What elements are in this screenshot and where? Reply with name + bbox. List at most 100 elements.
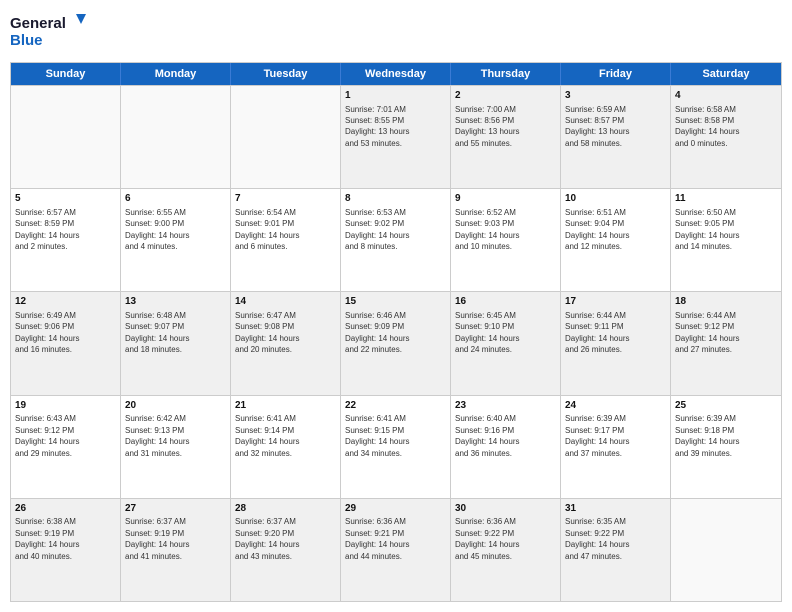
day-info: Sunrise: 6:39 AM Sunset: 9:17 PM Dayligh… — [565, 414, 629, 457]
day-info: Sunrise: 6:51 AM Sunset: 9:04 PM Dayligh… — [565, 208, 629, 251]
calendar-cell: 18 Sunrise: 6:44 AM Sunset: 9:12 PM Dayli… — [671, 292, 781, 394]
day-number: 29 — [345, 502, 446, 516]
calendar-cell: 2 Sunrise: 7:00 AM Sunset: 8:56 PM Daylig… — [451, 86, 561, 188]
day-number: 21 — [235, 399, 336, 413]
day-info: Sunrise: 6:54 AM Sunset: 9:01 PM Dayligh… — [235, 208, 299, 251]
day-number: 15 — [345, 295, 446, 309]
header: General Blue — [10, 10, 782, 54]
day-number: 17 — [565, 295, 666, 309]
calendar-cell: 9Sunrise: 6:52 AM Sunset: 9:03 PM Daylig… — [451, 189, 561, 291]
calendar-cell: 25Sunrise: 6:39 AM Sunset: 9:18 PM Dayli… — [671, 396, 781, 498]
calendar-cell: 11 Sunrise: 6:50 AM Sunset: 9:05 PM Dayli… — [671, 189, 781, 291]
day-number: 8 — [345, 192, 446, 206]
calendar-header-cell: Monday — [121, 63, 231, 85]
calendar-cell: 17 Sunrise: 6:44 AM Sunset: 9:11 PM Dayli… — [561, 292, 671, 394]
day-info: Sunrise: 6:37 AM Sunset: 9:20 PM Dayligh… — [235, 517, 299, 560]
calendar-cell: 3Sunrise: 6:59 AM Sunset: 8:57 PM Daylig… — [561, 86, 671, 188]
day-number: 24 — [565, 399, 666, 413]
day-number: 6 — [125, 192, 226, 206]
calendar-week: 12 Sunrise: 6:49 AM Sunset: 9:06 PM Dayli… — [11, 291, 781, 394]
day-number: 27 — [125, 502, 226, 516]
calendar-cell: 10 Sunrise: 6:51 AM Sunset: 9:04 PM Dayli… — [561, 189, 671, 291]
day-info: Sunrise: 6:43 AM Sunset: 9:12 PM Dayligh… — [15, 414, 79, 457]
day-info: Sunrise: 6:44 AM Sunset: 9:11 PM Dayligh… — [565, 311, 629, 354]
calendar-cell: 23Sunrise: 6:40 AM Sunset: 9:16 PM Dayli… — [451, 396, 561, 498]
calendar-cell: 24Sunrise: 6:39 AM Sunset: 9:17 PM Dayli… — [561, 396, 671, 498]
day-number: 19 — [15, 399, 116, 413]
calendar-header-cell: Sunday — [11, 63, 121, 85]
day-info: Sunrise: 6:49 AM Sunset: 9:06 PM Dayligh… — [15, 311, 79, 354]
calendar-cell: 6 Sunrise: 6:55 AM Sunset: 9:00 PM Daylig… — [121, 189, 231, 291]
calendar-cell: 22Sunrise: 6:41 AM Sunset: 9:15 PM Dayli… — [341, 396, 451, 498]
calendar-cell: 27Sunrise: 6:37 AM Sunset: 9:19 PM Dayli… — [121, 499, 231, 601]
day-number: 3 — [565, 89, 666, 103]
calendar-cell — [121, 86, 231, 188]
day-info: Sunrise: 6:47 AM Sunset: 9:08 PM Dayligh… — [235, 311, 299, 354]
day-info: Sunrise: 6:36 AM Sunset: 9:21 PM Dayligh… — [345, 517, 409, 560]
day-info: Sunrise: 7:00 AM Sunset: 8:56 PM Dayligh… — [455, 105, 519, 148]
day-info: Sunrise: 6:39 AM Sunset: 9:18 PM Dayligh… — [675, 414, 739, 457]
page: General Blue SundayMondayTuesdayWednesda… — [0, 0, 792, 612]
day-info: Sunrise: 6:46 AM Sunset: 9:09 PM Dayligh… — [345, 311, 409, 354]
day-info: Sunrise: 6:42 AM Sunset: 9:13 PM Dayligh… — [125, 414, 189, 457]
day-number: 1 — [345, 89, 446, 103]
day-info: Sunrise: 6:58 AM Sunset: 8:58 PM Dayligh… — [675, 105, 739, 148]
calendar-cell: 5Sunrise: 6:57 AM Sunset: 8:59 PM Daylig… — [11, 189, 121, 291]
calendar-header-cell: Friday — [561, 63, 671, 85]
svg-text:Blue: Blue — [10, 32, 43, 49]
calendar-cell: 29Sunrise: 6:36 AM Sunset: 9:21 PM Dayli… — [341, 499, 451, 601]
day-info: Sunrise: 6:41 AM Sunset: 9:15 PM Dayligh… — [345, 414, 409, 457]
calendar-cell — [231, 86, 341, 188]
day-number: 11 — [675, 192, 777, 206]
day-number: 26 — [15, 502, 116, 516]
day-number: 13 — [125, 295, 226, 309]
calendar-body: 1Sunrise: 7:01 AM Sunset: 8:55 PM Daylig… — [11, 85, 781, 601]
day-number: 7 — [235, 192, 336, 206]
calendar-week: 19Sunrise: 6:43 AM Sunset: 9:12 PM Dayli… — [11, 395, 781, 498]
day-info: Sunrise: 6:55 AM Sunset: 9:00 PM Dayligh… — [125, 208, 189, 251]
logo: General Blue — [10, 10, 90, 54]
calendar-cell: 8 Sunrise: 6:53 AM Sunset: 9:02 PM Daylig… — [341, 189, 451, 291]
day-info: Sunrise: 6:36 AM Sunset: 9:22 PM Dayligh… — [455, 517, 519, 560]
day-number: 16 — [455, 295, 556, 309]
day-number: 25 — [675, 399, 777, 413]
calendar-header-row: SundayMondayTuesdayWednesdayThursdayFrid… — [11, 63, 781, 85]
day-info: Sunrise: 6:41 AM Sunset: 9:14 PM Dayligh… — [235, 414, 299, 457]
day-info: Sunrise: 6:37 AM Sunset: 9:19 PM Dayligh… — [125, 517, 189, 560]
day-number: 22 — [345, 399, 446, 413]
calendar-header-cell: Wednesday — [341, 63, 451, 85]
day-number: 10 — [565, 192, 666, 206]
day-info: Sunrise: 6:44 AM Sunset: 9:12 PM Dayligh… — [675, 311, 739, 354]
calendar-week: 5Sunrise: 6:57 AM Sunset: 8:59 PM Daylig… — [11, 188, 781, 291]
day-number: 18 — [675, 295, 777, 309]
calendar-cell: 4 Sunrise: 6:58 AM Sunset: 8:58 PM Daylig… — [671, 86, 781, 188]
day-info: Sunrise: 6:53 AM Sunset: 9:02 PM Dayligh… — [345, 208, 409, 251]
calendar-header-cell: Tuesday — [231, 63, 341, 85]
calendar-cell: 1Sunrise: 7:01 AM Sunset: 8:55 PM Daylig… — [341, 86, 451, 188]
day-number: 14 — [235, 295, 336, 309]
calendar-cell: 19Sunrise: 6:43 AM Sunset: 9:12 PM Dayli… — [11, 396, 121, 498]
day-number: 4 — [675, 89, 777, 103]
calendar-cell: 21Sunrise: 6:41 AM Sunset: 9:14 PM Dayli… — [231, 396, 341, 498]
day-number: 23 — [455, 399, 556, 413]
day-info: Sunrise: 6:45 AM Sunset: 9:10 PM Dayligh… — [455, 311, 519, 354]
day-number: 12 — [15, 295, 116, 309]
day-info: Sunrise: 6:38 AM Sunset: 9:19 PM Dayligh… — [15, 517, 79, 560]
calendar-cell: 13 Sunrise: 6:48 AM Sunset: 9:07 PM Dayli… — [121, 292, 231, 394]
calendar-cell: 26Sunrise: 6:38 AM Sunset: 9:19 PM Dayli… — [11, 499, 121, 601]
day-number: 9 — [455, 192, 556, 206]
calendar-week: 26Sunrise: 6:38 AM Sunset: 9:19 PM Dayli… — [11, 498, 781, 601]
calendar-week: 1Sunrise: 7:01 AM Sunset: 8:55 PM Daylig… — [11, 85, 781, 188]
day-info: Sunrise: 6:48 AM Sunset: 9:07 PM Dayligh… — [125, 311, 189, 354]
day-number: 28 — [235, 502, 336, 516]
day-info: Sunrise: 6:50 AM Sunset: 9:05 PM Dayligh… — [675, 208, 739, 251]
day-number: 2 — [455, 89, 556, 103]
calendar-cell — [671, 499, 781, 601]
calendar-header-cell: Saturday — [671, 63, 781, 85]
day-number: 5 — [15, 192, 116, 206]
day-info: Sunrise: 6:40 AM Sunset: 9:16 PM Dayligh… — [455, 414, 519, 457]
calendar-cell — [11, 86, 121, 188]
calendar-cell: 30Sunrise: 6:36 AM Sunset: 9:22 PM Dayli… — [451, 499, 561, 601]
calendar-cell: 16 Sunrise: 6:45 AM Sunset: 9:10 PM Dayli… — [451, 292, 561, 394]
day-number: 20 — [125, 399, 226, 413]
